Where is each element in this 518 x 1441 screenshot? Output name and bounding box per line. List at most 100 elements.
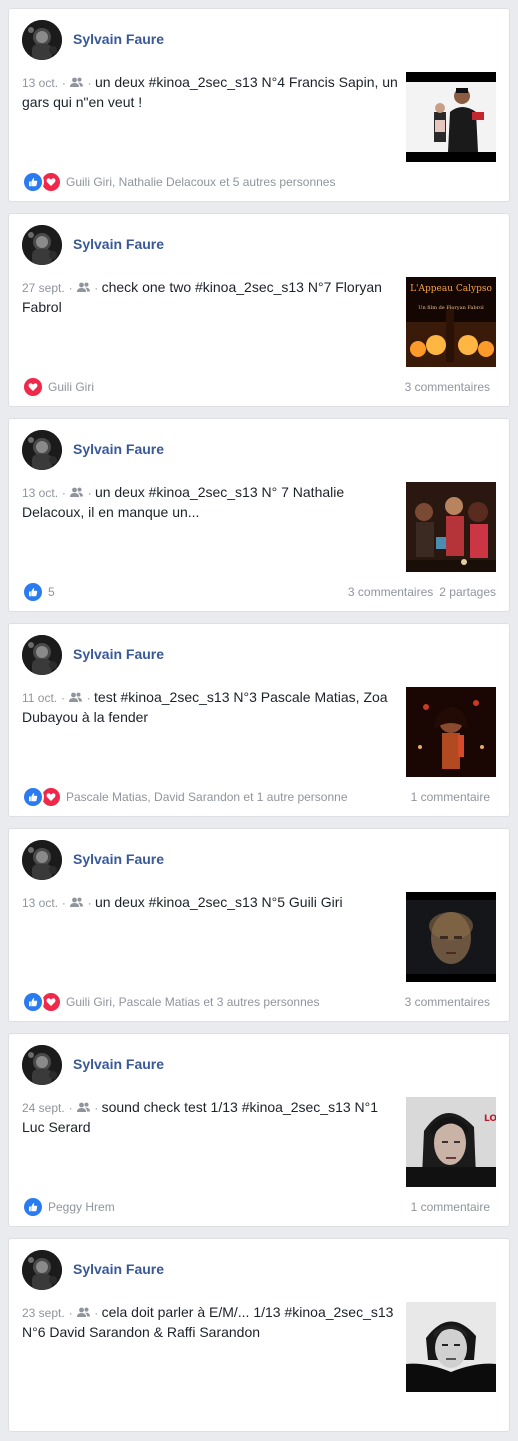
author-name-link[interactable]: Sylvain Faure [73, 441, 164, 457]
video-thumbnail[interactable] [406, 1302, 496, 1392]
feed-post: Sylvain Faure 11 oct. · · test #kinoa_2s… [8, 623, 510, 817]
friends-icon[interactable] [76, 1304, 90, 1323]
reaction-names-link[interactable]: Peggy Hrem [48, 1200, 115, 1214]
reaction-icons[interactable] [22, 581, 44, 603]
separator-dot: · [83, 691, 95, 705]
separator-dot: · [84, 486, 95, 500]
author-avatar[interactable] [22, 225, 62, 265]
feed-post: Sylvain Faure 13 oct. · · un deux #kinoa… [8, 8, 510, 202]
friends-icon[interactable] [70, 74, 84, 93]
comments-count-link[interactable]: 1 commentaire [411, 790, 490, 804]
thumbs-up-icon[interactable] [22, 991, 44, 1013]
author-name-link[interactable]: Sylvain Faure [73, 31, 164, 47]
feed-post: Sylvain Faure 27 sept. · · check one two… [8, 213, 510, 407]
post-stats: 1 commentaire [411, 790, 496, 804]
friends-icon[interactable] [69, 689, 83, 708]
post-text: 23 sept. · · cela doit parler à E/M/... … [22, 1303, 400, 1342]
post-date-link[interactable]: 13 oct. [22, 896, 58, 910]
video-thumbnail[interactable] [406, 892, 496, 982]
video-thumbnail[interactable]: LO [406, 1097, 496, 1187]
reaction-names-link[interactable]: 5 [48, 585, 55, 599]
post-text: 13 oct. · · un deux #kinoa_2sec_s13 N°4 … [22, 73, 400, 112]
post-stats: 3 commentaires [405, 380, 496, 394]
separator-dot: · [84, 76, 95, 90]
reaction-names-link[interactable]: Guili Giri, Nathalie Delacoux et 5 autre… [66, 175, 335, 189]
author-name-link[interactable]: Sylvain Faure [73, 1261, 164, 1277]
heart-icon[interactable] [22, 376, 44, 398]
post-date-link[interactable]: 13 oct. [22, 76, 58, 90]
reaction-icons[interactable] [22, 1196, 44, 1218]
reaction-icons[interactable] [22, 376, 44, 398]
reaction-icons[interactable] [22, 171, 62, 193]
separator-dot: · [84, 896, 95, 910]
post-date-link[interactable]: 23 sept. [22, 1306, 65, 1320]
video-thumbnail[interactable]: L'Appeau Calypso Un film de Floryan Fabro… [406, 277, 496, 367]
reaction-icons[interactable] [22, 786, 62, 808]
thumbs-up-icon[interactable] [22, 1196, 44, 1218]
friends-icon[interactable] [76, 279, 90, 298]
friends-icon[interactable] [70, 894, 84, 913]
author-name-link[interactable]: Sylvain Faure [73, 236, 164, 252]
video-thumbnail[interactable] [406, 482, 496, 572]
post-stats: 1 commentaire [411, 1200, 496, 1214]
reaction-names-link[interactable]: Pascale Matias, David Sarandon et 1 autr… [66, 790, 348, 804]
thumbs-up-icon[interactable] [22, 171, 44, 193]
separator-dot: · [61, 486, 70, 500]
comments-count-link[interactable]: 3 commentaires [405, 995, 490, 1009]
author-avatar[interactable] [22, 635, 62, 675]
comments-count-link[interactable]: 3 commentaires [348, 585, 433, 599]
separator-dot: · [90, 281, 102, 295]
poster-title: LO [484, 1114, 496, 1124]
feed-post: Sylvain Faure 23 sept. · · cela doit par… [8, 1238, 510, 1432]
post-footer: Pascale Matias, David Sarandon et 1 autr… [22, 786, 496, 808]
post-text: 13 oct. · · un deux #kinoa_2sec_s13 N°5 … [22, 893, 400, 913]
friends-icon[interactable] [76, 1099, 90, 1118]
post-footer: Guili Giri 3 commentaires [22, 376, 496, 398]
author-avatar[interactable] [22, 1250, 62, 1290]
separator-dot: · [61, 896, 70, 910]
shares-count-link[interactable]: 2 partages [439, 585, 496, 599]
comments-count-link[interactable]: 3 commentaires [405, 380, 490, 394]
friends-icon[interactable] [70, 484, 84, 503]
author-avatar[interactable] [22, 20, 62, 60]
feed-post: Sylvain Faure 13 oct. · · un deux #kinoa… [8, 418, 510, 612]
separator-dot: · [90, 1306, 102, 1320]
post-date-link[interactable]: 24 sept. [22, 1101, 65, 1115]
post-text: 11 oct. · · test #kinoa_2sec_s13 N°3 Pas… [22, 688, 400, 727]
author-name-link[interactable]: Sylvain Faure [73, 646, 164, 662]
post-stats: 3 commentaires 2 partages [348, 585, 496, 599]
post-footer: Peggy Hrem 1 commentaire [22, 1196, 496, 1218]
separator-dot: · [68, 1306, 76, 1320]
post-text: 27 sept. · · check one two #kinoa_2sec_s… [22, 278, 400, 317]
post-footer: 5 3 commentaires 2 partages [22, 581, 496, 603]
post-date-link[interactable]: 27 sept. [22, 281, 65, 295]
separator-dot: · [68, 281, 76, 295]
thumbs-up-icon[interactable] [22, 581, 44, 603]
author-avatar[interactable] [22, 840, 62, 880]
video-thumbnail[interactable] [406, 72, 496, 162]
feed-post: Sylvain Faure 24 sept. · · sound check t… [8, 1033, 510, 1227]
separator-dot: · [61, 76, 70, 90]
news-feed: Sylvain Faure 13 oct. · · un deux #kinoa… [0, 0, 518, 1432]
thumbs-up-icon[interactable] [22, 786, 44, 808]
separator-dot: · [90, 1101, 102, 1115]
post-date-link[interactable]: 11 oct. [22, 691, 57, 705]
author-name-link[interactable]: Sylvain Faure [73, 1056, 164, 1072]
reaction-icons[interactable] [22, 991, 62, 1013]
separator-dot: · [68, 1101, 76, 1115]
post-message: un deux #kinoa_2sec_s13 N°5 Guili Giri [94, 894, 343, 910]
post-footer: Guili Giri, Nathalie Delacoux et 5 autre… [22, 171, 496, 193]
post-footer: Guili Giri, Pascale Matias et 3 autres p… [22, 991, 496, 1013]
reaction-names-link[interactable]: Guili Giri, Pascale Matias et 3 autres p… [66, 995, 319, 1009]
poster-title: L'Appeau Calypso [410, 284, 492, 294]
author-name-link[interactable]: Sylvain Faure [73, 851, 164, 867]
post-text: 24 sept. · · sound check test 1/13 #kino… [22, 1098, 400, 1137]
video-thumbnail[interactable] [406, 687, 496, 777]
reaction-names-link[interactable]: Guili Giri [48, 380, 94, 394]
post-date-link[interactable]: 13 oct. [22, 486, 58, 500]
author-avatar[interactable] [22, 430, 62, 470]
feed-post: Sylvain Faure 13 oct. · · un deux #kinoa… [8, 828, 510, 1022]
post-stats: 3 commentaires [405, 995, 496, 1009]
author-avatar[interactable] [22, 1045, 62, 1085]
comments-count-link[interactable]: 1 commentaire [411, 1200, 490, 1214]
